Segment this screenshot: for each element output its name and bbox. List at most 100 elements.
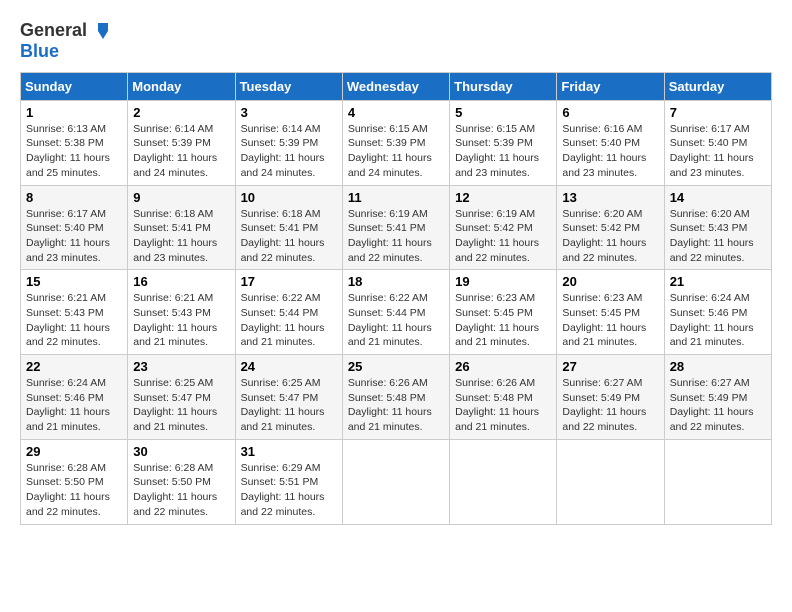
day-info: Sunrise: 6:26 AMSunset: 5:48 PMDaylight:… <box>348 376 444 435</box>
day-number: 4 <box>348 105 444 120</box>
day-number: 29 <box>26 444 122 459</box>
day-info: Sunrise: 6:19 AMSunset: 5:42 PMDaylight:… <box>455 207 551 266</box>
day-info: Sunrise: 6:26 AMSunset: 5:48 PMDaylight:… <box>455 376 551 435</box>
calendar-cell <box>342 439 449 524</box>
day-info: Sunrise: 6:14 AMSunset: 5:39 PMDaylight:… <box>133 122 229 181</box>
calendar-cell: 12 Sunrise: 6:19 AMSunset: 5:42 PMDayligh… <box>450 185 557 270</box>
calendar-cell: 25 Sunrise: 6:26 AMSunset: 5:48 PMDayligh… <box>342 355 449 440</box>
day-number: 26 <box>455 359 551 374</box>
day-number: 27 <box>562 359 658 374</box>
day-of-week-header: Friday <box>557 72 664 100</box>
day-info: Sunrise: 6:24 AMSunset: 5:46 PMDaylight:… <box>26 376 122 435</box>
day-number: 17 <box>241 274 337 289</box>
day-number: 9 <box>133 190 229 205</box>
calendar-cell: 11 Sunrise: 6:19 AMSunset: 5:41 PMDayligh… <box>342 185 449 270</box>
calendar-week-row: 15 Sunrise: 6:21 AMSunset: 5:43 PMDayligh… <box>21 270 772 355</box>
calendar-cell <box>664 439 771 524</box>
day-of-week-header: Wednesday <box>342 72 449 100</box>
day-info: Sunrise: 6:23 AMSunset: 5:45 PMDaylight:… <box>562 291 658 350</box>
day-info: Sunrise: 6:21 AMSunset: 5:43 PMDaylight:… <box>26 291 122 350</box>
day-info: Sunrise: 6:17 AMSunset: 5:40 PMDaylight:… <box>26 207 122 266</box>
calendar-cell: 28 Sunrise: 6:27 AMSunset: 5:49 PMDayligh… <box>664 355 771 440</box>
day-number: 28 <box>670 359 766 374</box>
day-info: Sunrise: 6:16 AMSunset: 5:40 PMDaylight:… <box>562 122 658 181</box>
day-of-week-header: Monday <box>128 72 235 100</box>
calendar-cell: 2 Sunrise: 6:14 AMSunset: 5:39 PMDaylight… <box>128 100 235 185</box>
calendar-cell: 29Sunrise: 6:28 AMSunset: 5:50 PMDayligh… <box>21 439 128 524</box>
calendar-week-row: 8 Sunrise: 6:17 AMSunset: 5:40 PMDaylight… <box>21 185 772 270</box>
day-number: 22 <box>26 359 122 374</box>
day-info: Sunrise: 6:15 AMSunset: 5:39 PMDaylight:… <box>455 122 551 181</box>
day-info: Sunrise: 6:29 AMSunset: 5:51 PMDaylight:… <box>241 461 337 520</box>
day-info: Sunrise: 6:19 AMSunset: 5:41 PMDaylight:… <box>348 207 444 266</box>
day-number: 30 <box>133 444 229 459</box>
calendar-cell: 23Sunrise: 6:25 AMSunset: 5:47 PMDayligh… <box>128 355 235 440</box>
calendar-cell: 10 Sunrise: 6:18 AMSunset: 5:41 PMDayligh… <box>235 185 342 270</box>
calendar-cell: 15 Sunrise: 6:21 AMSunset: 5:43 PMDayligh… <box>21 270 128 355</box>
day-number: 3 <box>241 105 337 120</box>
calendar-cell: 14Sunrise: 6:20 AMSunset: 5:43 PMDayligh… <box>664 185 771 270</box>
day-info: Sunrise: 6:23 AMSunset: 5:45 PMDaylight:… <box>455 291 551 350</box>
day-number: 11 <box>348 190 444 205</box>
day-number: 21 <box>670 274 766 289</box>
calendar-cell: 22 Sunrise: 6:24 AMSunset: 5:46 PMDayligh… <box>21 355 128 440</box>
calendar-cell: 8 Sunrise: 6:17 AMSunset: 5:40 PMDaylight… <box>21 185 128 270</box>
day-info: Sunrise: 6:20 AMSunset: 5:43 PMDaylight:… <box>670 207 766 266</box>
calendar-cell: 27 Sunrise: 6:27 AMSunset: 5:49 PMDayligh… <box>557 355 664 440</box>
calendar-cell: 16Sunrise: 6:21 AMSunset: 5:43 PMDayligh… <box>128 270 235 355</box>
logo-general-text: General <box>20 21 87 41</box>
calendar-cell: 26 Sunrise: 6:26 AMSunset: 5:48 PMDayligh… <box>450 355 557 440</box>
calendar-cell <box>557 439 664 524</box>
day-info: Sunrise: 6:13 AMSunset: 5:38 PMDaylight:… <box>26 122 122 181</box>
day-number: 18 <box>348 274 444 289</box>
day-number: 5 <box>455 105 551 120</box>
calendar-cell: 7Sunrise: 6:17 AMSunset: 5:40 PMDaylight… <box>664 100 771 185</box>
calendar-cell: 13 Sunrise: 6:20 AMSunset: 5:42 PMDayligh… <box>557 185 664 270</box>
day-info: Sunrise: 6:20 AMSunset: 5:42 PMDaylight:… <box>562 207 658 266</box>
day-number: 1 <box>26 105 122 120</box>
calendar-table: SundayMondayTuesdayWednesdayThursdayFrid… <box>20 72 772 525</box>
day-info: Sunrise: 6:27 AMSunset: 5:49 PMDaylight:… <box>562 376 658 435</box>
day-info: Sunrise: 6:28 AMSunset: 5:50 PMDaylight:… <box>133 461 229 520</box>
day-number: 8 <box>26 190 122 205</box>
day-number: 13 <box>562 190 658 205</box>
day-number: 31 <box>241 444 337 459</box>
calendar-cell: 6Sunrise: 6:16 AMSunset: 5:40 PMDaylight… <box>557 100 664 185</box>
calendar-cell: 5 Sunrise: 6:15 AMSunset: 5:39 PMDaylight… <box>450 100 557 185</box>
day-of-week-header: Sunday <box>21 72 128 100</box>
calendar-cell: 18 Sunrise: 6:22 AMSunset: 5:44 PMDayligh… <box>342 270 449 355</box>
calendar-cell: 19 Sunrise: 6:23 AMSunset: 5:45 PMDayligh… <box>450 270 557 355</box>
day-info: Sunrise: 6:24 AMSunset: 5:46 PMDaylight:… <box>670 291 766 350</box>
calendar-cell: 1 Sunrise: 6:13 AMSunset: 5:38 PMDaylight… <box>21 100 128 185</box>
day-info: Sunrise: 6:22 AMSunset: 5:44 PMDaylight:… <box>241 291 337 350</box>
calendar-cell: 9Sunrise: 6:18 AMSunset: 5:41 PMDaylight… <box>128 185 235 270</box>
calendar-cell: 21 Sunrise: 6:24 AMSunset: 5:46 PMDayligh… <box>664 270 771 355</box>
day-info: Sunrise: 6:25 AMSunset: 5:47 PMDaylight:… <box>133 376 229 435</box>
day-number: 10 <box>241 190 337 205</box>
day-info: Sunrise: 6:18 AMSunset: 5:41 PMDaylight:… <box>241 207 337 266</box>
calendar-week-row: 29 Sunrise: 6:28 AMSunset: 5:50 PMDayligh… <box>21 439 772 524</box>
day-info: Sunrise: 6:27 AMSunset: 5:49 PMDaylight:… <box>670 376 766 435</box>
day-number: 15 <box>26 274 122 289</box>
day-of-week-header: Thursday <box>450 72 557 100</box>
calendar-cell: 24Sunrise: 6:25 AMSunset: 5:47 PMDayligh… <box>235 355 342 440</box>
calendar-week-row: 1 Sunrise: 6:13 AMSunset: 5:38 PMDaylight… <box>21 100 772 185</box>
logo: General Blue <box>20 20 112 62</box>
calendar-cell: 20 Sunrise: 6:23 AMSunset: 5:45 PMDayligh… <box>557 270 664 355</box>
day-number: 2 <box>133 105 229 120</box>
day-number: 25 <box>348 359 444 374</box>
day-number: 19 <box>455 274 551 289</box>
day-number: 20 <box>562 274 658 289</box>
calendar-cell <box>450 439 557 524</box>
day-number: 24 <box>241 359 337 374</box>
calendar-week-row: 22 Sunrise: 6:24 AMSunset: 5:46 PMDayligh… <box>21 355 772 440</box>
day-info: Sunrise: 6:17 AMSunset: 5:40 PMDaylight:… <box>670 122 766 181</box>
day-info: Sunrise: 6:21 AMSunset: 5:43 PMDaylight:… <box>133 291 229 350</box>
calendar-header-row: SundayMondayTuesdayWednesdayThursdayFrid… <box>21 72 772 100</box>
logo-blue-text: Blue <box>20 42 112 62</box>
day-number: 12 <box>455 190 551 205</box>
day-info: Sunrise: 6:15 AMSunset: 5:39 PMDaylight:… <box>348 122 444 181</box>
day-info: Sunrise: 6:14 AMSunset: 5:39 PMDaylight:… <box>241 122 337 181</box>
day-info: Sunrise: 6:22 AMSunset: 5:44 PMDaylight:… <box>348 291 444 350</box>
calendar-cell: 4 Sunrise: 6:15 AMSunset: 5:39 PMDaylight… <box>342 100 449 185</box>
